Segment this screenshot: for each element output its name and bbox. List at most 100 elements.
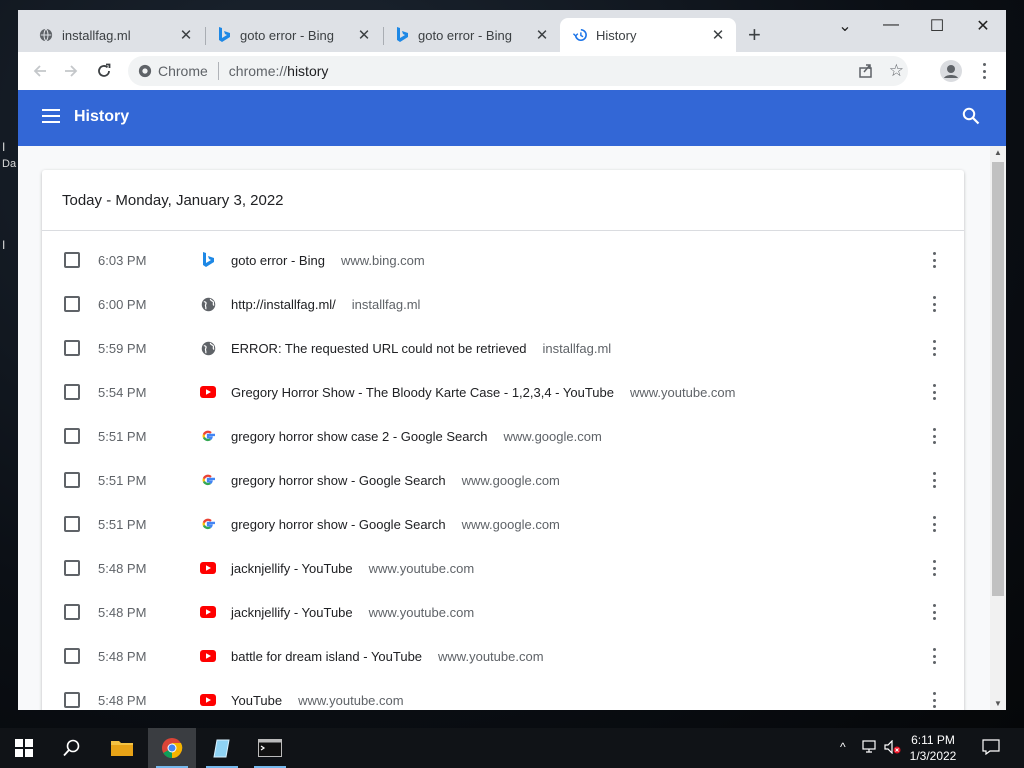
divider [42, 230, 964, 231]
entry-more-actions-icon[interactable] [930, 340, 938, 356]
profile-button[interactable] [940, 60, 962, 82]
entry-title-link[interactable]: gregory horror show case 2 - Google Sear… [231, 429, 488, 444]
maximize-button[interactable]: ☐ [914, 16, 960, 36]
desktop-icon-label: I [2, 238, 6, 252]
tab-bing-2[interactable]: goto error - Bing ✕ [374, 18, 560, 52]
entry-domain[interactable]: www.youtube.com [438, 649, 544, 664]
date-heading: Today - Monday, January 3, 2022 [62, 192, 284, 209]
entry-domain[interactable]: www.google.com [462, 473, 560, 488]
entry-checkbox[interactable] [64, 648, 80, 664]
entry-title-link[interactable]: gregory horror show - Google Search [231, 517, 446, 532]
entry-text: ERROR: The requested URL could not be re… [231, 341, 611, 356]
notepad-taskbar-button[interactable] [198, 728, 246, 768]
new-tab-button[interactable]: + [748, 24, 761, 46]
entry-title-link[interactable]: http://installfag.ml/ [231, 297, 336, 312]
entry-more-actions-icon[interactable] [930, 296, 938, 312]
tab-search-chevron-icon[interactable]: ⌄ [822, 16, 868, 36]
share-icon[interactable] [858, 62, 874, 81]
minimize-button[interactable]: — [868, 16, 914, 34]
search-button[interactable] [48, 728, 96, 768]
entry-time: 5:59 PM [98, 340, 147, 356]
entry-domain[interactable]: www.google.com [504, 429, 602, 444]
entry-more-actions-icon[interactable] [930, 252, 938, 268]
chevron-up-icon[interactable]: ^ [840, 740, 846, 754]
entry-checkbox[interactable] [64, 384, 80, 400]
entry-domain[interactable]: www.bing.com [341, 253, 425, 268]
hamburger-menu-icon[interactable] [42, 108, 60, 129]
entry-more-actions-icon[interactable] [930, 428, 938, 444]
close-icon[interactable]: ✕ [532, 26, 552, 44]
file-explorer-button[interactable] [98, 728, 146, 768]
volume-muted-icon[interactable] [884, 739, 902, 757]
entry-checkbox[interactable] [64, 692, 80, 708]
entry-title-link[interactable]: jacknjellify - YouTube [231, 561, 353, 576]
entry-domain[interactable]: www.google.com [462, 517, 560, 532]
tab-title: goto error - Bing [240, 27, 334, 43]
entry-title-link[interactable]: goto error - Bing [231, 253, 325, 268]
entry-checkbox[interactable] [64, 428, 80, 444]
search-icon[interactable] [962, 107, 980, 130]
entry-more-actions-icon[interactable] [930, 384, 938, 400]
history-entry: 5:48 PM battle for dream island - YouTube… [42, 634, 964, 678]
entry-title-link[interactable]: gregory horror show - Google Search [231, 473, 446, 488]
entry-domain[interactable]: www.youtube.com [369, 561, 475, 576]
entry-more-actions-icon[interactable] [930, 472, 938, 488]
entry-checkbox[interactable] [64, 560, 80, 576]
scroll-up-arrow-icon[interactable]: ▲ [990, 148, 1006, 157]
entry-domain[interactable]: installfag.ml [352, 297, 421, 312]
entry-more-actions-icon[interactable] [930, 516, 938, 532]
chrome-taskbar-button[interactable] [148, 728, 196, 768]
entry-checkbox[interactable] [64, 252, 80, 268]
close-icon[interactable]: ✕ [708, 26, 728, 44]
url-text[interactable]: chrome://history [229, 63, 329, 79]
entry-time: 5:51 PM [98, 472, 147, 488]
entry-checkbox[interactable] [64, 340, 80, 356]
entry-checkbox[interactable] [64, 296, 80, 312]
scroll-down-arrow-icon[interactable]: ▼ [990, 699, 1006, 708]
close-icon[interactable]: ✕ [354, 26, 374, 44]
entry-time: 5:48 PM [98, 692, 147, 708]
tab-bing-1[interactable]: goto error - Bing ✕ [196, 18, 382, 52]
entry-more-actions-icon[interactable] [930, 604, 938, 620]
close-window-button[interactable]: ✕ [960, 16, 1006, 36]
tab-installfag[interactable]: installfag.ml ✕ [18, 18, 204, 52]
entry-checkbox[interactable] [64, 472, 80, 488]
notification-icon[interactable] [982, 739, 1000, 758]
close-icon[interactable]: ✕ [176, 26, 196, 44]
entry-more-actions-icon[interactable] [930, 692, 938, 708]
bookmark-star-icon[interactable]: ☆ [889, 61, 904, 81]
bing-icon [216, 27, 232, 43]
globe-icon [200, 340, 216, 356]
taskbar-clock[interactable]: 6:11 PM 1/3/2022 [906, 732, 960, 764]
history-icon [572, 27, 588, 43]
entry-time: 5:51 PM [98, 428, 147, 444]
scrollbar-thumb[interactable] [992, 162, 1004, 596]
entry-title-link[interactable]: jacknjellify - YouTube [231, 605, 353, 620]
tab-history[interactable]: History ✕ [560, 18, 736, 52]
back-button[interactable] [29, 60, 51, 82]
entry-checkbox[interactable] [64, 516, 80, 532]
scrollbar[interactable]: ▲ ▼ [990, 146, 1006, 710]
entry-domain[interactable]: www.youtube.com [298, 693, 404, 708]
forward-button[interactable] [60, 60, 82, 82]
entry-domain[interactable]: www.youtube.com [630, 385, 736, 400]
entry-time: 5:48 PM [98, 560, 147, 576]
entry-checkbox[interactable] [64, 604, 80, 620]
tab-title: History [596, 27, 637, 43]
network-icon[interactable] [862, 740, 878, 757]
reload-button[interactable] [93, 60, 115, 82]
entry-title-link[interactable]: ERROR: The requested URL could not be re… [231, 341, 527, 356]
entry-domain[interactable]: www.youtube.com [369, 605, 475, 620]
entry-domain[interactable]: installfag.ml [543, 341, 612, 356]
address-bar[interactable]: Chrome chrome://history ☆ [128, 56, 908, 86]
chrome-menu-button[interactable] [973, 60, 995, 82]
terminal-taskbar-button[interactable] [246, 728, 294, 768]
google-icon [200, 472, 216, 488]
entry-more-actions-icon[interactable] [930, 560, 938, 576]
entry-more-actions-icon[interactable] [930, 648, 938, 664]
youtube-icon [200, 560, 216, 576]
entry-title-link[interactable]: battle for dream island - YouTube [231, 649, 422, 664]
entry-title-link[interactable]: YouTube [231, 693, 282, 708]
entry-title-link[interactable]: Gregory Horror Show - The Bloody Karte C… [231, 385, 614, 400]
start-button[interactable] [0, 728, 48, 768]
